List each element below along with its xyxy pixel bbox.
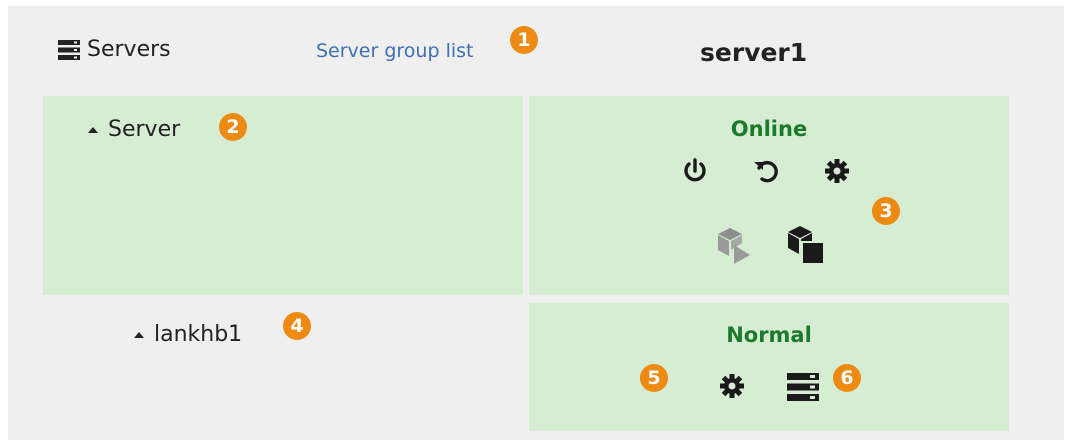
servers-title-label: Servers bbox=[87, 37, 171, 62]
server-list-icon[interactable] bbox=[786, 372, 820, 402]
callout-badge-4: 4 bbox=[283, 312, 311, 340]
server-tree-item[interactable]: Server bbox=[88, 117, 180, 142]
restart-icon[interactable] bbox=[752, 157, 780, 185]
server-status-online: Online bbox=[730, 117, 808, 141]
start-cluster-box-icon[interactable] bbox=[716, 226, 752, 264]
callout-badge-3: 3 bbox=[872, 197, 900, 225]
selected-server-name: server1 bbox=[700, 38, 808, 67]
callout-badge-2: 2 bbox=[219, 113, 247, 141]
lankhb1-tree-item[interactable]: lankhb1 bbox=[134, 322, 242, 347]
server-list-icon bbox=[58, 39, 80, 60]
lan-status-normal: Normal bbox=[726, 323, 812, 347]
callout-badge-6: 6 bbox=[833, 364, 861, 392]
settings-gear-icon[interactable] bbox=[718, 372, 746, 400]
stop-cluster-box-icon[interactable] bbox=[786, 224, 826, 266]
server-group-list-link[interactable]: Server group list bbox=[316, 40, 473, 62]
collapse-triangle-icon[interactable] bbox=[88, 126, 98, 133]
servers-title: Servers bbox=[57, 37, 171, 62]
settings-gear-icon[interactable] bbox=[823, 157, 851, 185]
power-icon[interactable] bbox=[681, 157, 709, 185]
server-tree-label: Server bbox=[108, 117, 181, 142]
lankhb1-tree-label: lankhb1 bbox=[154, 322, 243, 347]
callout-badge-1: 1 bbox=[510, 26, 538, 54]
collapse-triangle-icon[interactable] bbox=[134, 331, 144, 338]
callout-badge-5: 5 bbox=[640, 364, 668, 392]
